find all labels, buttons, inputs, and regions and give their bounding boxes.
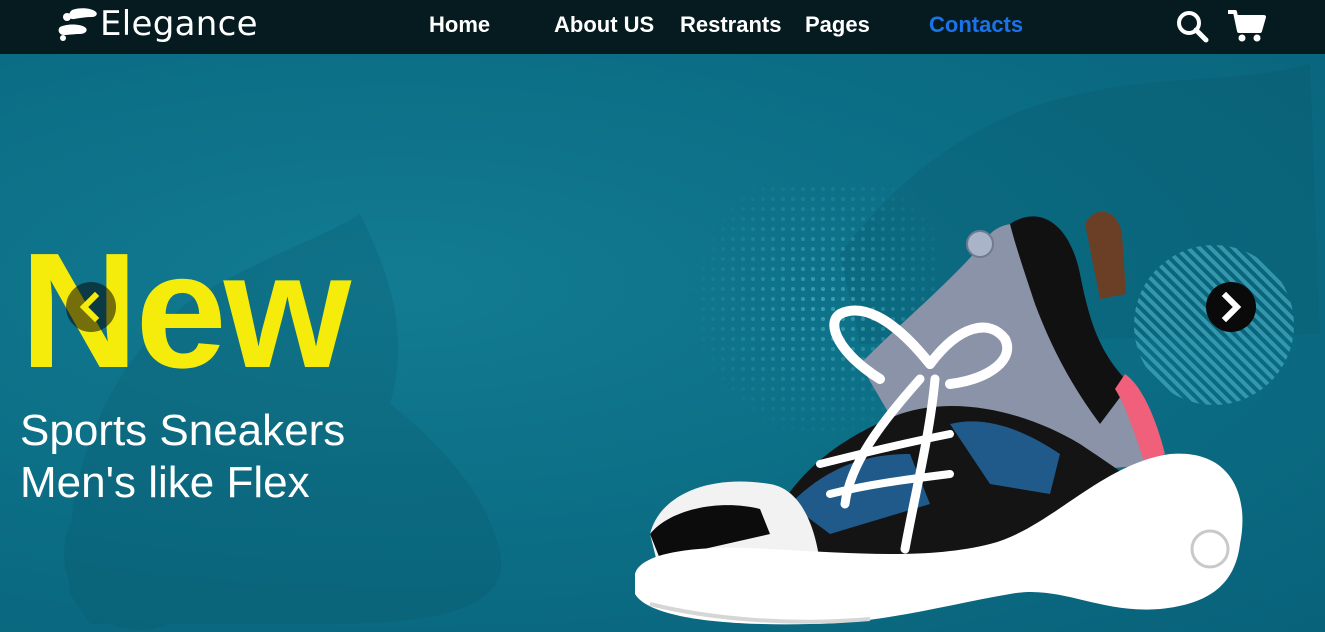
carousel-next-button[interactable] — [1206, 282, 1256, 332]
hero-subtitle-line2: Men's like Flex — [20, 458, 310, 507]
nav-about-us[interactable]: About US — [554, 12, 654, 38]
shoe-prints-icon — [58, 8, 97, 41]
brand-name: Elegance — [100, 4, 258, 44]
search-icon — [1177, 11, 1209, 43]
nav-contacts[interactable]: Contacts — [929, 12, 1023, 38]
nav-restrants[interactable]: Restrants — [680, 12, 781, 38]
search-button[interactable] — [1174, 9, 1212, 43]
hero-banner: New Sports Sneakers Men's like Flex — [0, 54, 1325, 632]
nav-home[interactable]: Home — [429, 12, 490, 38]
cart-icon — [1228, 10, 1266, 42]
cart-button[interactable] — [1227, 9, 1266, 43]
chevron-left-icon — [79, 292, 100, 322]
hero-subtitle-line1: Sports Sneakers — [20, 406, 346, 455]
brand[interactable]: Elegance — [58, 4, 258, 44]
carousel-prev-button[interactable] — [66, 282, 116, 332]
top-navbar: Elegance Home About US Restrants Pages C… — [0, 0, 1325, 54]
nav-pages[interactable]: Pages — [805, 12, 870, 38]
sneaker-image — [635, 211, 1243, 625]
chevron-right-icon — [1221, 292, 1242, 322]
